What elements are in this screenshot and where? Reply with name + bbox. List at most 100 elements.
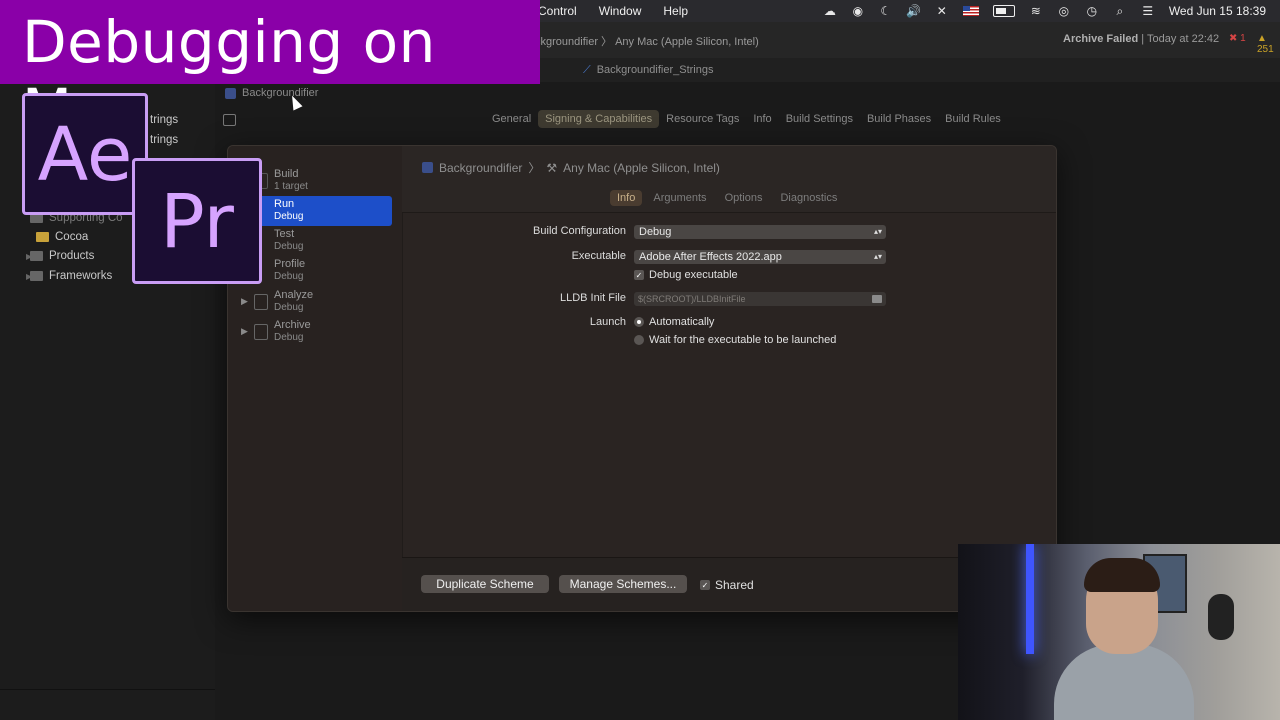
wifi-icon[interactable]: ≋ bbox=[1029, 4, 1043, 18]
lldb-init-field[interactable]: $(SRCROOT)/LLDBInitFile bbox=[634, 292, 886, 306]
folder-icon[interactable] bbox=[872, 295, 882, 303]
checkmark-icon: ✓ bbox=[634, 270, 644, 280]
launch-label: Launch bbox=[589, 316, 626, 328]
menu-clock[interactable]: Wed Jun 15 18:39 bbox=[1169, 4, 1266, 18]
menu-bar-items: Control Window Help bbox=[538, 0, 688, 22]
webcam-person-hair bbox=[1084, 558, 1160, 592]
time-machine-icon[interactable]: ◷ bbox=[1085, 4, 1099, 18]
chevron-updown-icon: ▴▾ bbox=[873, 252, 882, 261]
action-name: Run bbox=[274, 198, 295, 210]
warning-count-value: 251 bbox=[1257, 44, 1274, 55]
search-icon[interactable]: ⌕ bbox=[1113, 4, 1127, 18]
chevron-right-icon[interactable]: ▶ bbox=[241, 326, 248, 337]
menu-bar-status: ☁ ◉ ☾ 🔊 ✕ ≋ ◎ ◷ ⌕ ☰ Wed Jun 15 18:39 bbox=[823, 0, 1266, 22]
launch-automatically-radio[interactable]: Automatically bbox=[634, 316, 714, 328]
title-banner: Debugging on Mac bbox=[0, 0, 540, 144]
error-count-value: 1 bbox=[1240, 33, 1246, 44]
scheme-destination: Any Mac (Apple Silicon, Intel) bbox=[563, 160, 720, 175]
build-configuration-popup[interactable]: Debug ▴▾ bbox=[634, 225, 886, 239]
tab-options[interactable]: Options bbox=[718, 190, 770, 206]
navigator-item-cocoa[interactable]: Cocoa bbox=[36, 231, 88, 243]
action-subtitle: Debug bbox=[274, 302, 304, 313]
executable-label: Executable bbox=[571, 250, 626, 262]
scheme-header: Backgroundifier 〉 ⚒ Any Mac (Apple Silic… bbox=[402, 146, 1056, 213]
launch-option-label: Automatically bbox=[649, 316, 715, 328]
shared-label: Shared bbox=[715, 578, 754, 592]
hammer-icon: ⚒ bbox=[546, 160, 558, 175]
action-subtitle: Debug bbox=[274, 332, 304, 343]
duplicate-scheme-button[interactable]: Duplicate Scheme bbox=[421, 575, 549, 593]
volume-icon[interactable]: 🔊 bbox=[906, 4, 921, 18]
breadcrumb-separator: 〉 bbox=[528, 161, 541, 175]
action-name: Archive bbox=[274, 319, 311, 331]
debug-executable-checkbox[interactable]: ✓ Debug executable bbox=[634, 269, 738, 281]
scheme-action-analyze[interactable]: ▶ Analyze Debug bbox=[228, 287, 393, 317]
menu-help[interactable]: Help bbox=[663, 4, 688, 18]
action-name: Test bbox=[274, 228, 295, 240]
debug-executable-label: Debug executable bbox=[649, 269, 738, 281]
creative-cloud-icon[interactable]: ☁ bbox=[823, 4, 837, 18]
file-tab-label: Backgroundifier_Strings bbox=[596, 64, 714, 76]
tab-build-phases[interactable]: Build Phases bbox=[860, 110, 938, 128]
action-subtitle: Debug bbox=[274, 211, 304, 222]
run-info-form: Build Configuration Debug ▴▾ Executable … bbox=[402, 212, 1056, 557]
action-subtitle: Debug bbox=[274, 241, 304, 252]
scheme-breadcrumb[interactable]: ckgroundifier 〉 Any Mac (Apple Silicon, … bbox=[535, 33, 759, 49]
webcam-microphone bbox=[1208, 594, 1234, 640]
manage-schemes-button[interactable]: Manage Schemes... bbox=[559, 575, 687, 593]
error-icon: ✖ bbox=[1229, 33, 1238, 44]
folder-icon bbox=[30, 271, 43, 281]
tab-info[interactable]: Info bbox=[746, 110, 778, 128]
tab-resource-tags[interactable]: Resource Tags bbox=[659, 110, 746, 128]
menu-control[interactable]: Control bbox=[538, 4, 577, 18]
bluetooth-icon[interactable]: ✕ bbox=[935, 4, 949, 18]
moon-icon[interactable]: ☾ bbox=[879, 4, 893, 18]
build-configuration-label: Build Configuration bbox=[533, 225, 626, 237]
tab-arguments[interactable]: Arguments bbox=[646, 190, 713, 206]
shared-checkbox[interactable]: ✓ Shared bbox=[700, 578, 754, 592]
scheme-destination-breadcrumb[interactable]: Backgroundifier 〉 ⚒ Any Mac (Apple Silic… bbox=[422, 159, 720, 176]
error-count[interactable]: ✖ 1 bbox=[1229, 33, 1246, 44]
tab-diagnostics[interactable]: Diagnostics bbox=[773, 190, 844, 206]
executable-value: Adobe After Effects 2022.app bbox=[639, 251, 782, 263]
battery-icon[interactable] bbox=[992, 5, 1015, 17]
menu-window[interactable]: Window bbox=[599, 4, 642, 18]
scheme-tabs: Info Arguments Options Diagnostics bbox=[610, 190, 844, 206]
navigator-item-products[interactable]: ▶Products bbox=[26, 250, 95, 262]
action-name: Analyze bbox=[274, 289, 314, 301]
scheme-editor-sheet: Build 1 target ▾ Run Debug Test Debug Pr… bbox=[227, 145, 1057, 612]
file-tab[interactable]: ⟋ Backgroundifier_Strings bbox=[583, 64, 714, 77]
strings-file-icon: ⟋ bbox=[583, 64, 591, 76]
chevron-right-icon[interactable]: ▶ bbox=[241, 296, 248, 307]
launch-wait-radio[interactable]: Wait for the executable to be launched bbox=[634, 334, 836, 346]
project-icon bbox=[422, 162, 433, 173]
warning-count[interactable]: ▲ 251 bbox=[1257, 33, 1280, 55]
editor-tabs: General Signing & Capabilities Resource … bbox=[485, 110, 1008, 128]
chevron-updown-icon: ▴▾ bbox=[873, 227, 882, 236]
screen-record-icon[interactable]: ◉ bbox=[851, 4, 865, 18]
activity-status: Archive Failed | Today at 22:42 bbox=[1063, 33, 1219, 45]
after-effects-logo: Ae bbox=[22, 93, 148, 215]
scheme-project-name: Backgroundifier bbox=[439, 160, 523, 175]
after-effects-logo-text: Ae bbox=[37, 112, 133, 198]
toolbox-icon bbox=[36, 232, 49, 242]
analyze-icon bbox=[254, 294, 268, 310]
navigator-item-label: Products bbox=[49, 250, 95, 262]
tab-build-rules[interactable]: Build Rules bbox=[938, 110, 1008, 128]
radio-unselected-icon bbox=[634, 335, 644, 345]
user-icon[interactable]: ◎ bbox=[1057, 4, 1071, 18]
tab-signing-capabilities[interactable]: Signing & Capabilities bbox=[538, 110, 660, 128]
warning-icon: ▲ bbox=[1257, 33, 1267, 44]
tab-build-settings[interactable]: Build Settings bbox=[779, 110, 860, 128]
tab-info[interactable]: Info bbox=[610, 190, 643, 206]
us-flag-icon[interactable] bbox=[962, 6, 979, 16]
executable-popup[interactable]: Adobe After Effects 2022.app ▴▾ bbox=[634, 250, 886, 264]
action-subtitle: 1 target bbox=[274, 181, 308, 192]
control-center-icon[interactable]: ☰ bbox=[1141, 4, 1155, 18]
action-name: Build bbox=[274, 168, 299, 180]
webcam-led-strip bbox=[1026, 544, 1034, 654]
webcam-person-body bbox=[1054, 644, 1194, 720]
navigator-item-frameworks[interactable]: ▶Frameworks bbox=[26, 270, 113, 282]
navigator-item-label: Frameworks bbox=[49, 270, 113, 282]
scheme-action-archive[interactable]: ▶ Archive Debug bbox=[228, 317, 393, 347]
